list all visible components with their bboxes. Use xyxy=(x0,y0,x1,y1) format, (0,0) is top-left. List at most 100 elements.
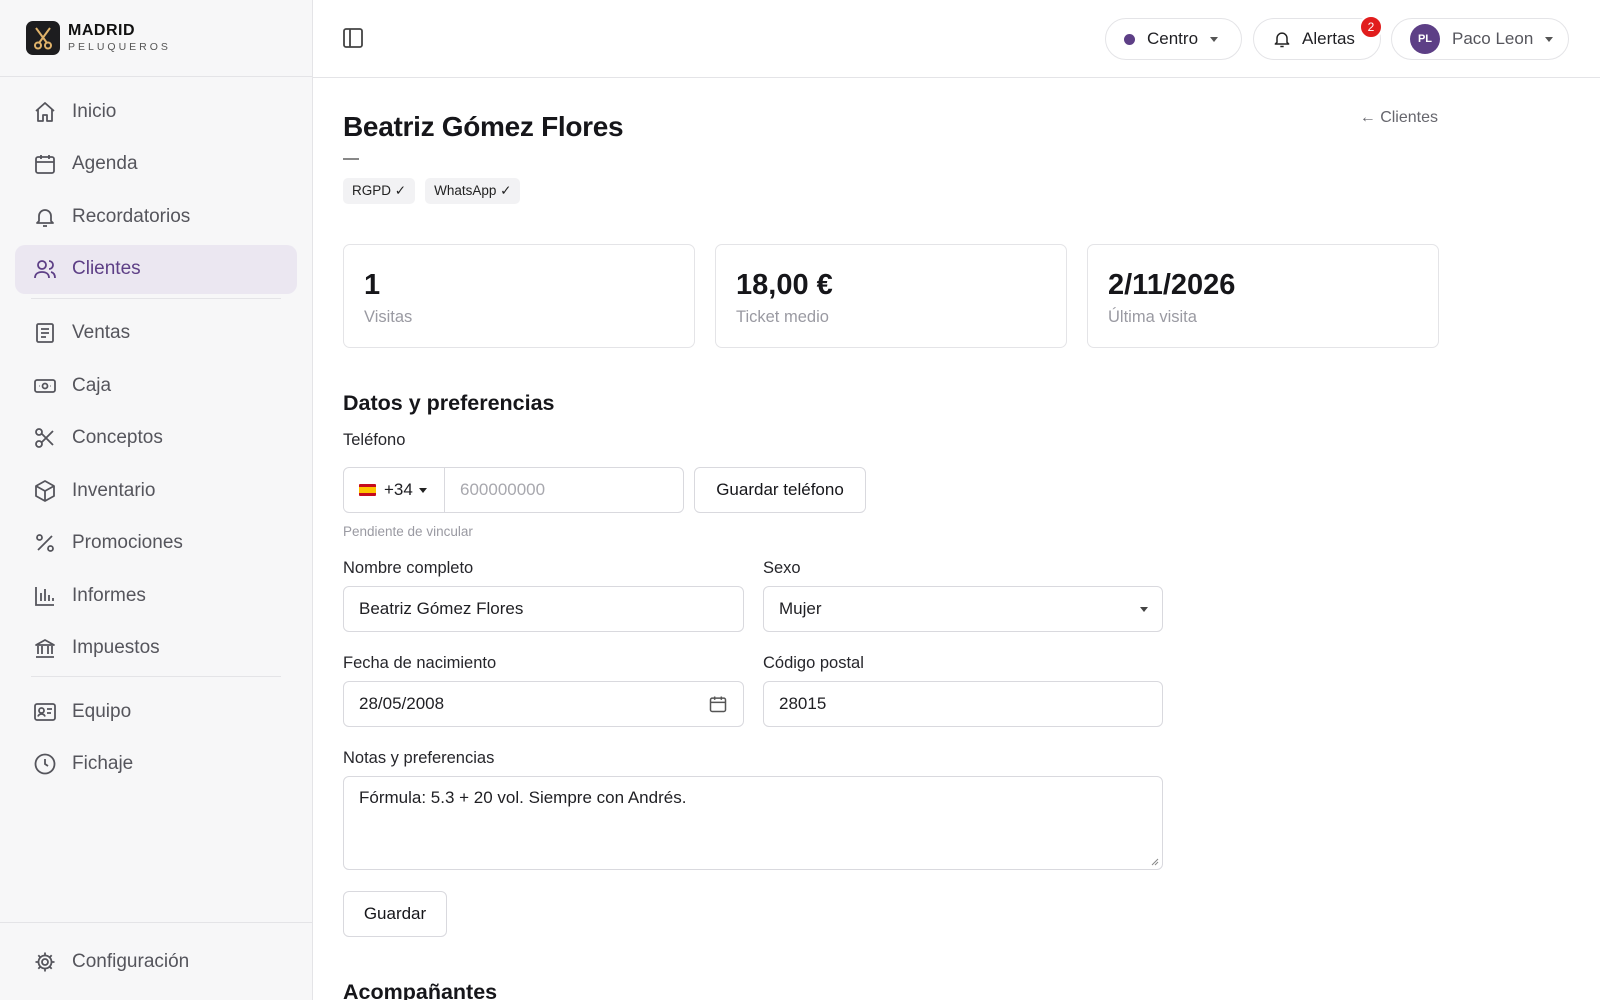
sex-select-value: Mujer xyxy=(779,599,822,618)
sidebar-item-label: Conceptos xyxy=(72,427,163,448)
box-icon xyxy=(32,478,58,504)
sidebar-item-agenda[interactable]: Agenda xyxy=(15,140,297,189)
avatar: PL xyxy=(1410,24,1440,54)
sidebar-item-equipo[interactable]: Equipo xyxy=(15,687,297,736)
sidebar-item-inicio[interactable]: Inicio xyxy=(15,87,297,136)
brand[interactable]: MADRID PELUQUEROS xyxy=(0,0,312,77)
birth-date-label: Fecha de nacimiento xyxy=(343,654,497,672)
phone-field-group: +34 600000000 xyxy=(343,467,684,513)
sidebar-item-informes[interactable]: Informes xyxy=(15,571,297,620)
location-dot xyxy=(1124,33,1135,45)
sidebar-item-label: Fichaje xyxy=(72,753,134,774)
clock-icon xyxy=(32,751,58,777)
calendar-icon xyxy=(32,151,58,177)
scissors-logo-icon xyxy=(26,21,60,55)
sex-label: Sexo xyxy=(763,559,801,577)
sidebar-item-ventas[interactable]: Ventas xyxy=(15,309,297,358)
sidebar: MADRID PELUQUEROS Inicio Agenda Recordat… xyxy=(0,0,313,1000)
sidebar-item-label: Ventas xyxy=(72,322,131,343)
phone-input[interactable]: 600000000 xyxy=(445,468,683,512)
spain-flag-icon xyxy=(359,484,376,496)
stat-card-visits: 1 Visitas xyxy=(343,244,695,348)
sidebar-item-promociones[interactable]: Promociones xyxy=(15,519,297,568)
gear-icon xyxy=(32,949,58,975)
sidebar-item-inventario[interactable]: Inventario xyxy=(15,466,297,515)
sidebar-toggle-icon[interactable] xyxy=(341,26,367,52)
percent-icon xyxy=(32,530,58,556)
sidebar-item-clientes[interactable]: Clientes xyxy=(15,244,297,294)
chevron-down-icon xyxy=(1210,36,1219,42)
phone-hint: Pendiente de vincular xyxy=(343,524,473,539)
notes-label: Notas y preferencias xyxy=(343,749,495,767)
alerts-count-badge: 2 xyxy=(1359,15,1383,39)
save-button[interactable]: Guardar xyxy=(343,891,447,937)
stat-value: 18,00 € xyxy=(736,269,833,301)
bank-icon xyxy=(32,635,58,661)
section-title-companions: Acompañantes xyxy=(343,980,498,1000)
save-phone-button[interactable]: Guardar teléfono xyxy=(694,467,866,513)
sidebar-item-configuracion[interactable]: Configuración xyxy=(15,937,297,986)
stat-card-average-ticket: 18,00 € Ticket medio xyxy=(715,244,1067,348)
full-name-input[interactable]: Beatriz Gómez Flores xyxy=(343,586,744,632)
notes-textarea[interactable]: Fórmula: 5.3 + 20 vol. Siempre con André… xyxy=(343,776,1163,870)
top-bar: Centro Alertas 2 PL Paco Leon xyxy=(313,0,1600,78)
sidebar-item-caja[interactable]: Caja xyxy=(15,361,297,410)
client-subtitle-dash xyxy=(343,158,359,160)
whatsapp-tag: WhatsApp ✓ xyxy=(425,178,521,204)
sidebar-item-fichaje[interactable]: Fichaje xyxy=(15,740,297,789)
rgpd-tag: RGPD ✓ xyxy=(343,178,416,204)
birth-date-value: 28/05/2008 xyxy=(359,694,445,713)
birth-date-input[interactable]: 28/05/2008 xyxy=(343,681,744,727)
sidebar-item-recordatorios[interactable]: Recordatorios xyxy=(15,192,297,241)
user-menu[interactable]: PL Paco Leon xyxy=(1391,18,1569,60)
chevron-down-icon xyxy=(1140,607,1148,612)
id-card-icon xyxy=(32,699,58,725)
chevron-down-icon xyxy=(1545,36,1554,42)
sidebar-item-label: Impuestos xyxy=(72,637,160,658)
section-title-preferences: Datos y preferencias xyxy=(343,391,555,415)
stat-label: Última visita xyxy=(1108,308,1197,326)
sidebar-item-label: Inicio xyxy=(72,100,117,122)
sex-select[interactable]: Mujer xyxy=(763,586,1163,632)
country-code: +34 xyxy=(384,480,413,499)
stat-card-last-visit: 2/11/2026 Última visita xyxy=(1087,244,1439,348)
alerts-button[interactable]: Alertas 2 xyxy=(1253,15,1383,60)
home-icon xyxy=(32,99,58,125)
stat-label: Visitas xyxy=(364,308,413,326)
stat-label: Ticket medio xyxy=(736,308,829,326)
bell-icon xyxy=(32,204,58,230)
chevron-down-icon xyxy=(418,487,427,493)
sidebar-item-label: Agenda xyxy=(72,153,138,174)
location-label: Centro xyxy=(1147,29,1199,48)
bell-icon xyxy=(1272,29,1292,49)
brand-subtitle: PELUQUEROS xyxy=(68,41,171,54)
sidebar-item-label: Recordatorios xyxy=(72,205,191,227)
country-code-selector[interactable]: +34 xyxy=(344,468,445,512)
resize-handle-icon[interactable] xyxy=(1151,858,1159,866)
settings-section: Configuración xyxy=(0,922,312,1000)
sidebar-item-label: Promociones xyxy=(72,532,183,553)
sidebar-item-label: Caja xyxy=(72,374,112,396)
alerts-label: Alertas xyxy=(1302,29,1355,48)
brand-name: MADRID xyxy=(68,22,135,40)
phone-label: Teléfono xyxy=(343,431,406,449)
back-to-clients-link[interactable]: ← Clientes xyxy=(1360,109,1438,127)
calendar-icon[interactable] xyxy=(708,694,728,714)
bar-chart-icon xyxy=(32,583,58,609)
full-name-label: Nombre completo xyxy=(343,559,474,577)
location-selector[interactable]: Centro xyxy=(1105,18,1242,60)
receipt-icon xyxy=(32,320,58,346)
user-name: Paco Leon xyxy=(1452,29,1534,48)
postal-code-input[interactable]: 28015 xyxy=(763,681,1163,727)
sidebar-nav: Inicio Agenda Recordatorios Clientes Ven… xyxy=(0,77,312,789)
page-title: Beatriz Gómez Flores xyxy=(343,111,624,142)
sidebar-item-conceptos[interactable]: Conceptos xyxy=(15,414,297,463)
consent-tags: RGPD ✓ WhatsApp ✓ xyxy=(343,178,521,204)
sidebar-item-label: Inventario xyxy=(72,479,156,501)
sidebar-divider xyxy=(31,297,281,299)
sidebar-item-impuestos[interactable]: Impuestos xyxy=(15,624,297,673)
users-icon xyxy=(32,256,58,282)
sidebar-item-label: Configuración xyxy=(72,950,190,972)
sidebar-item-label: Informes xyxy=(72,584,146,606)
sidebar-item-label: Clientes xyxy=(72,258,141,279)
